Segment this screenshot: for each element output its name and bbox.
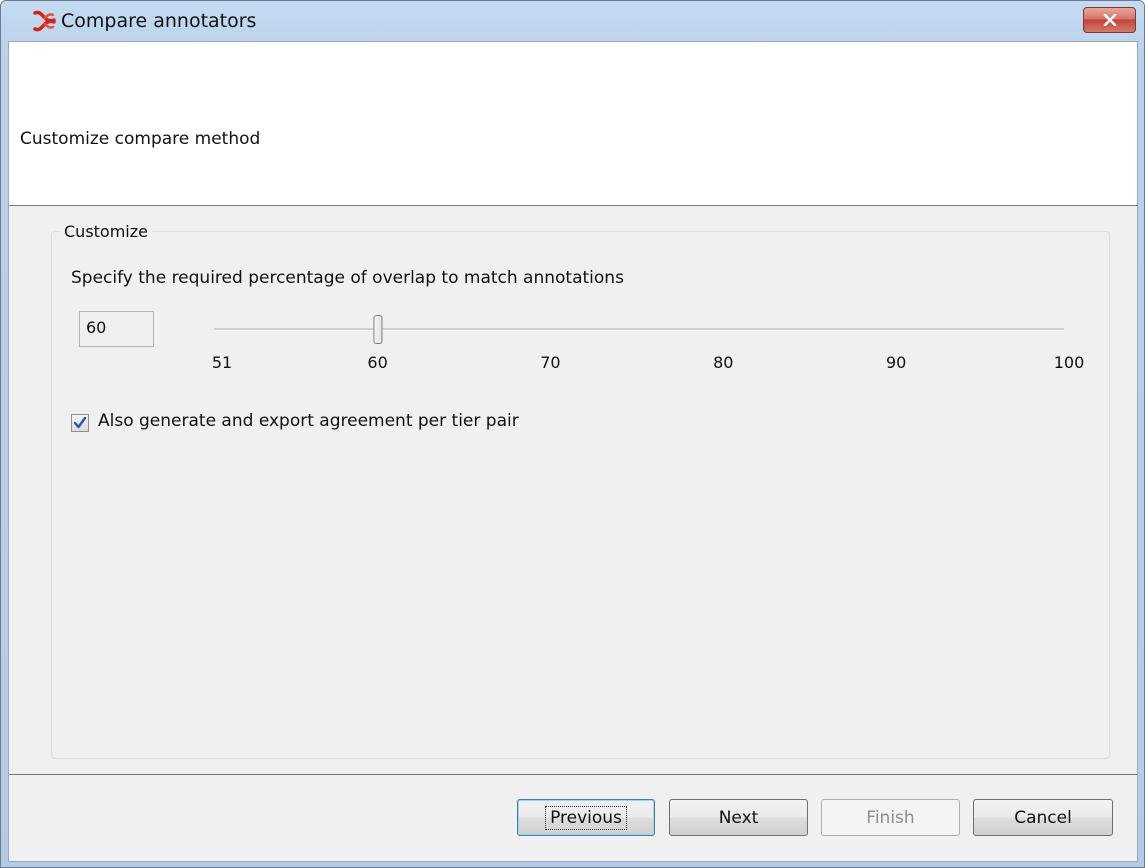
- slider-tick-label: 100: [1053, 353, 1085, 372]
- previous-button[interactable]: Previous: [517, 799, 655, 836]
- slider-thumb[interactable]: [373, 315, 383, 344]
- overlap-instruction: Specify the required percentage of overl…: [71, 268, 624, 288]
- close-icon: [1103, 14, 1116, 26]
- slider-tick-label: 60: [367, 353, 388, 372]
- checkmark-icon: [73, 416, 87, 429]
- previous-button-label: Previous: [545, 805, 627, 830]
- finish-button: Finish: [821, 799, 960, 836]
- window-title: Compare annotators: [61, 10, 257, 32]
- app-logo-icon: [32, 9, 56, 33]
- dialog-content: Customize compare method Customize Speci…: [8, 41, 1138, 862]
- footer-divider: [9, 774, 1137, 775]
- customize-group: [51, 231, 1110, 759]
- tier-pair-checkbox-label[interactable]: Also generate and export agreement per t…: [98, 411, 519, 431]
- overlap-slider[interactable]: [214, 312, 1064, 352]
- slider-tick-label: 51: [211, 353, 233, 372]
- step-header: Customize compare method: [9, 42, 1137, 206]
- slider-track[interactable]: [214, 328, 1064, 331]
- cancel-button[interactable]: Cancel: [973, 799, 1113, 836]
- slider-tick-label: 70: [540, 353, 561, 372]
- next-button[interactable]: Next: [669, 799, 808, 836]
- step-title: Customize compare method: [20, 129, 261, 149]
- overlap-value-field[interactable]: 60: [79, 311, 154, 347]
- slider-tick-label: 90: [885, 353, 907, 372]
- dialog-window: Compare annotators Customize compare met…: [0, 0, 1145, 868]
- customize-group-legend: Customize: [60, 222, 152, 241]
- close-button[interactable]: [1083, 7, 1136, 33]
- tier-pair-checkbox[interactable]: [71, 414, 89, 432]
- title-bar[interactable]: Compare annotators: [1, 1, 1144, 41]
- slider-tick-label: 80: [713, 353, 734, 372]
